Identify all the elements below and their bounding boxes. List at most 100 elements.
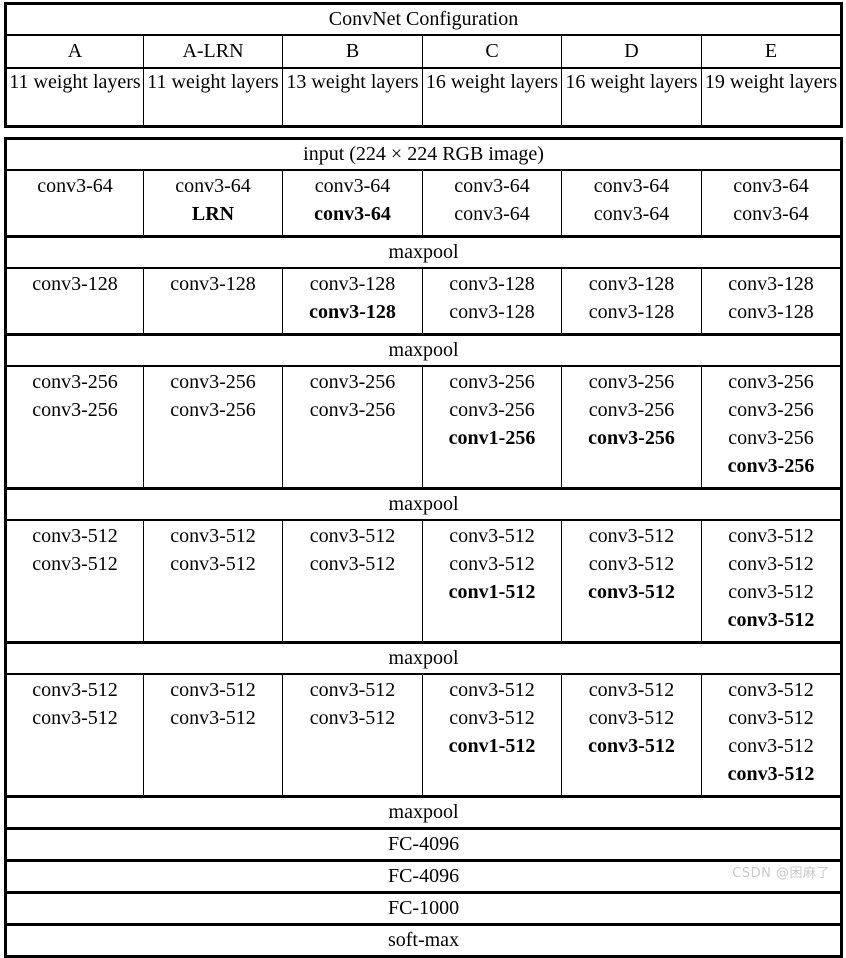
conv-cell: conv3-128	[4, 267, 144, 336]
conv-layer-label: conv3-64	[314, 175, 391, 197]
convnet-configuration-table: ConvNet Configuration A A-LRN B C D E 11…	[3, 2, 844, 958]
conv-layer-label: conv3-512	[588, 735, 675, 757]
conv-layer-list: conv3-512 conv3-512	[9, 522, 141, 578]
conv-layer-label: conv3-256	[588, 427, 675, 449]
conv-layer-label: conv3-128	[728, 301, 814, 323]
conv-layer-label: conv3-512	[309, 707, 396, 729]
weight-layers-b: 13 weight layers	[282, 67, 423, 128]
conv-layer-list: conv3-128 conv3-128	[704, 270, 838, 326]
conv-cell: conv3-256 conv3-256	[143, 365, 283, 490]
conv-layer-label: conv3-512	[449, 679, 535, 701]
conv-layer-label: LRN	[191, 203, 235, 225]
conv-cell: conv3-512 conv3-512	[4, 519, 144, 644]
conv-layer-label: conv3-64	[454, 203, 530, 225]
maxpool-row-3: maxpool	[3, 487, 844, 521]
conv-layer-label: conv3-512	[727, 609, 815, 631]
conv-layer-list: conv3-512 conv3-512 conv3-512 conv3-512	[704, 676, 838, 788]
conv-layer-label: conv3-256	[449, 399, 535, 421]
conv-layer-label: conv3-64	[454, 175, 530, 197]
conv-layer-label: conv3-256	[728, 399, 814, 421]
maxpool-label: maxpool	[3, 235, 844, 269]
conv-cell: conv3-256 conv3-256 conv3-256 conv3-256	[700, 365, 844, 490]
conv-layer-label: conv3-512	[728, 679, 814, 701]
conv-cell: conv3-512 conv3-512	[282, 673, 423, 798]
conv-cell: conv3-128 conv3-128	[422, 267, 562, 336]
conv-layer-label: conv3-512	[32, 679, 118, 701]
weight-layers-c: 16 weight layers	[422, 67, 562, 128]
conv-cell: conv3-256 conv3-256	[282, 365, 423, 490]
conv-layer-label: conv3-64	[37, 175, 113, 197]
conv-layer-list: conv3-64 LRN	[146, 172, 280, 228]
conv-layer-label: conv3-512	[170, 525, 256, 547]
conv-cell: conv3-512 conv3-512 conv3-512	[561, 673, 702, 798]
header-body-separator	[5, 126, 842, 139]
conv-cell: conv3-512 conv3-512	[4, 673, 144, 798]
conv-layer-label: conv1-512	[448, 735, 536, 757]
fc-row-3: FC-1000	[3, 891, 844, 926]
conv-layer-label: conv3-64	[593, 203, 670, 225]
conv-cell: conv3-512 conv3-512 conv3-512 conv3-512	[700, 519, 844, 644]
conv-layer-label: conv3-512	[170, 707, 256, 729]
conv-layer-list: conv3-128 conv3-128	[285, 270, 420, 326]
conv-layer-list: conv3-512 conv3-512 conv1-512	[425, 522, 559, 606]
conv-layer-label: conv3-512	[728, 581, 814, 603]
conv-layer-label: conv1-512	[448, 581, 536, 603]
conv-layer-label: conv3-256	[170, 371, 256, 393]
conv-layer-list: conv3-64	[9, 172, 141, 200]
conv-layer-label: conv3-512	[588, 679, 675, 701]
conv-layer-label: conv3-512	[728, 525, 814, 547]
fc-row-1: FC-4096	[3, 827, 844, 862]
conv-layer-list: conv3-64 conv3-64	[564, 172, 699, 228]
conv-layer-label: conv3-64	[175, 175, 251, 197]
conv-layer-list: conv3-128 conv3-128	[425, 270, 559, 326]
weight-layers-d: 16 weight layers	[561, 67, 702, 128]
weight-layers-a-lrn: 11 weight layers	[143, 67, 283, 128]
conv-layer-label: conv3-256	[588, 371, 675, 393]
conv-cell: conv3-256 conv3-256	[4, 365, 144, 490]
conv-cell: conv3-128 conv3-128	[282, 267, 423, 336]
conv-layer-label: conv3-256	[449, 371, 535, 393]
conv-layer-list: conv3-512 conv3-512	[146, 676, 280, 732]
conv-block-512-b: conv3-512 conv3-512 conv3-512 conv3-512 con…	[4, 673, 844, 798]
conv-cell: conv3-128	[143, 267, 283, 336]
maxpool-row-2: maxpool	[3, 333, 844, 367]
fc-label: FC-1000	[3, 891, 844, 926]
weight-layers-row: 11 weight layers 11 weight layers 13 wei…	[4, 67, 844, 128]
conv-layer-label: conv3-256	[309, 371, 396, 393]
conv-cell: conv3-64 conv3-64	[422, 169, 562, 238]
conv-layer-list: conv3-256 conv3-256	[146, 368, 280, 424]
conv-layer-label: conv3-128	[170, 273, 256, 295]
conv-layer-list: conv3-512 conv3-512	[285, 522, 420, 578]
maxpool-label: maxpool	[3, 333, 844, 367]
weight-layers-a: 11 weight layers	[4, 67, 144, 128]
softmax-label: soft-max	[3, 923, 844, 958]
maxpool-row-4: maxpool	[3, 641, 844, 675]
conv-layer-label: conv3-512	[32, 707, 118, 729]
conv-layer-label: conv3-512	[728, 707, 814, 729]
conv-cell: conv3-64 conv3-64	[700, 169, 844, 238]
conv-layer-label: conv3-64	[733, 203, 809, 225]
conv-layer-list: conv3-512 conv3-512 conv1-512	[425, 676, 559, 760]
conv-layer-label: conv3-256	[309, 399, 396, 421]
conv-cell: conv3-64 conv3-64	[282, 169, 423, 238]
conv-layer-label: conv3-512	[449, 525, 535, 547]
maxpool-row-1: maxpool	[3, 235, 844, 269]
softmax-row: soft-max	[3, 923, 844, 958]
page-title: ConvNet Configuration	[3, 2, 844, 36]
conv-layer-label: conv3-128	[588, 301, 675, 323]
conv-cell: conv3-64 LRN	[143, 169, 283, 238]
conv-layer-label: conv3-512	[170, 553, 256, 575]
conv-layer-label: conv3-256	[728, 427, 814, 449]
page-bottom-fringe	[0, 892, 846, 896]
fc-label: FC-4096	[3, 827, 844, 862]
conv-layer-label: conv1-256	[448, 427, 536, 449]
weight-layers-e: 19 weight layers	[700, 67, 844, 128]
conv-layer-list: conv3-256 conv3-256 conv1-256	[425, 368, 559, 452]
conv-cell: conv3-128 conv3-128	[700, 267, 844, 336]
column-header-a: A	[4, 34, 144, 69]
conv-layer-label: conv3-512	[588, 525, 675, 547]
conv-cell: conv3-512 conv3-512 conv3-512	[561, 519, 702, 644]
conv-cell: conv3-512 conv3-512 conv1-512	[422, 673, 562, 798]
maxpool-label: maxpool	[3, 641, 844, 675]
table-body: ConvNet Configuration A A-LRN B C D E 11…	[3, 2, 844, 958]
